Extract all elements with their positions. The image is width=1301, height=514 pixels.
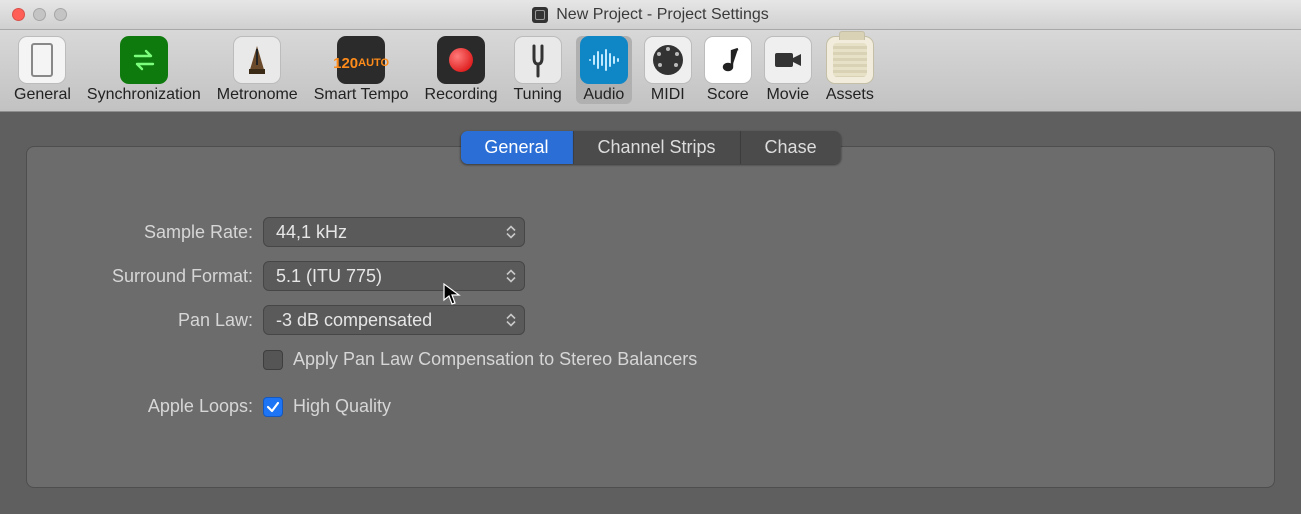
apple-loops-checkbox[interactable] xyxy=(263,397,283,417)
apple-loops-label: Apple Loops: xyxy=(63,396,263,417)
record-icon xyxy=(437,36,485,84)
toolbar-label: Recording xyxy=(423,86,500,104)
toolbar-item-general[interactable]: General xyxy=(12,36,73,104)
toolbar-item-movie[interactable]: Movie xyxy=(764,36,812,104)
tab-channel-strips[interactable]: Channel Strips xyxy=(573,131,740,164)
toolbar-label: Tuning xyxy=(511,86,563,104)
camera-icon xyxy=(764,36,812,84)
row-pan-law-compensation: Apply Pan Law Compensation to Stereo Bal… xyxy=(63,349,1238,370)
window-controls xyxy=(12,8,67,21)
apple-loops-option-label: High Quality xyxy=(293,396,391,417)
toolbar-item-recording[interactable]: Recording xyxy=(423,36,500,104)
toolbar-item-tuning[interactable]: Tuning xyxy=(511,36,563,104)
row-sample-rate: Sample Rate: 44,1 kHz xyxy=(63,217,1238,247)
midi-port-icon xyxy=(644,36,692,84)
check-icon xyxy=(266,400,280,414)
tempo-icon: 120 AUTO xyxy=(337,36,385,84)
sample-rate-select[interactable]: 44,1 kHz xyxy=(263,217,525,247)
toolbar: General Synchronization Metronome 120 AU… xyxy=(0,30,1301,112)
toolbar-label: Smart Tempo xyxy=(312,86,411,104)
chevron-up-down-icon xyxy=(506,270,516,283)
sync-arrows-icon xyxy=(120,36,168,84)
pan-law-compensation-label: Apply Pan Law Compensation to Stereo Bal… xyxy=(293,349,697,370)
pan-law-value: -3 dB compensated xyxy=(276,310,432,331)
sample-rate-value: 44,1 kHz xyxy=(276,222,347,243)
row-apple-loops: Apple Loops: High Quality xyxy=(63,396,1238,417)
tab-chase[interactable]: Chase xyxy=(741,131,841,164)
maximize-window-button[interactable] xyxy=(54,8,67,21)
briefcase-icon xyxy=(826,36,874,84)
window-title-text: New Project - Project Settings xyxy=(556,6,769,24)
chevron-up-down-icon xyxy=(506,226,516,239)
toolbar-item-assets[interactable]: Assets xyxy=(824,36,876,104)
close-window-button[interactable] xyxy=(12,8,25,21)
toolbar-item-audio[interactable]: Audio xyxy=(576,36,632,104)
surround-format-value: 5.1 (ITU 775) xyxy=(276,266,382,287)
minimize-window-button[interactable] xyxy=(33,8,46,21)
toolbar-label: Audio xyxy=(581,86,626,104)
pan-law-compensation-checkbox[interactable] xyxy=(263,350,283,370)
toolbar-label: Score xyxy=(705,86,751,104)
window-title: New Project - Project Settings xyxy=(532,6,769,24)
surround-format-label: Surround Format: xyxy=(63,266,263,287)
toolbar-item-score[interactable]: Score xyxy=(704,36,752,104)
row-surround-format: Surround Format: 5.1 (ITU 775) xyxy=(63,261,1238,291)
toolbar-item-synchronization[interactable]: Synchronization xyxy=(85,36,203,104)
waveform-icon xyxy=(580,36,628,84)
toolbar-label: Assets xyxy=(824,86,876,104)
pan-law-label: Pan Law: xyxy=(63,310,263,331)
tempo-auto: AUTO xyxy=(358,58,389,69)
metronome-icon xyxy=(233,36,281,84)
toolbar-label: MIDI xyxy=(649,86,687,104)
surround-format-select[interactable]: 5.1 (ITU 775) xyxy=(263,261,525,291)
app-icon xyxy=(532,7,548,23)
content-area: General Channel Strips Chase Sample Rate… xyxy=(0,112,1301,514)
settings-panel: General Channel Strips Chase Sample Rate… xyxy=(26,146,1275,488)
toolbar-label: General xyxy=(12,86,73,104)
tab-general[interactable]: General xyxy=(460,131,573,164)
sample-rate-label: Sample Rate: xyxy=(63,222,263,243)
toolbar-label: Synchronization xyxy=(85,86,203,104)
switch-icon xyxy=(18,36,66,84)
music-note-icon xyxy=(704,36,752,84)
chevron-up-down-icon xyxy=(506,314,516,327)
row-pan-law: Pan Law: -3 dB compensated xyxy=(63,305,1238,335)
tuning-fork-icon xyxy=(514,36,562,84)
toolbar-item-smart-tempo[interactable]: 120 AUTO Smart Tempo xyxy=(312,36,411,104)
toolbar-label: Metronome xyxy=(215,86,300,104)
titlebar: New Project - Project Settings xyxy=(0,0,1301,30)
tempo-number: 120 xyxy=(333,56,358,71)
segmented-tabs: General Channel Strips Chase xyxy=(460,131,840,164)
pan-law-select[interactable]: -3 dB compensated xyxy=(263,305,525,335)
toolbar-item-metronome[interactable]: Metronome xyxy=(215,36,300,104)
toolbar-label: Movie xyxy=(764,86,811,104)
toolbar-item-midi[interactable]: MIDI xyxy=(644,36,692,104)
